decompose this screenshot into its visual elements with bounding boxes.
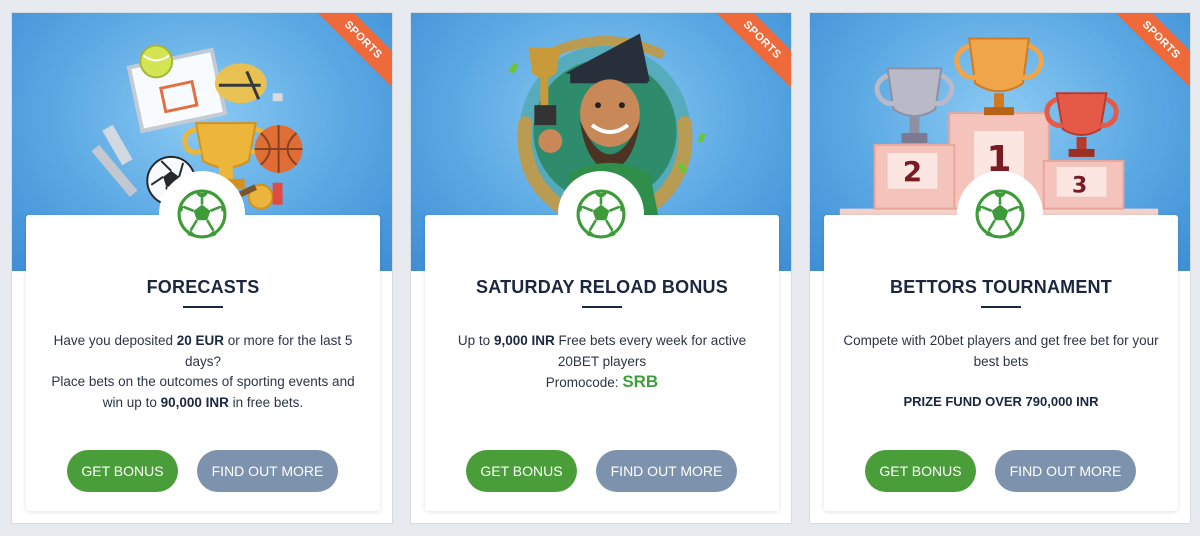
promo-code: SRB: [622, 372, 659, 391]
desc-text: Free bets every week for active 20BET pl…: [554, 333, 747, 369]
card-content-panel: BETTORS TOURNAMENT Compete with 20bet pl…: [824, 215, 1178, 511]
desc-text: Compete with 20bet players and get free …: [843, 333, 1159, 369]
title-underline: [582, 306, 622, 308]
find-out-more-button[interactable]: FIND OUT MORE: [197, 450, 338, 492]
promo-label: Promocode:: [545, 375, 623, 390]
desc-amount: 9,000 INR: [493, 333, 555, 348]
card-description: Up to 9,000 INR Free bets every week for…: [443, 331, 761, 394]
find-out-more-button[interactable]: FIND OUT MORE: [596, 450, 737, 492]
find-out-more-button[interactable]: FIND OUT MORE: [995, 450, 1136, 492]
desc-text: Up to: [457, 333, 494, 348]
get-bonus-button[interactable]: GET BONUS: [466, 450, 577, 492]
get-bonus-button[interactable]: GET BONUS: [67, 450, 178, 492]
soccer-ball-icon: [957, 171, 1043, 257]
card-description: Have you deposited 20 EUR or more for th…: [44, 331, 362, 413]
desc-text: in free bets.: [228, 394, 304, 410]
soccer-ball-icon: [558, 171, 644, 257]
title-underline: [981, 306, 1021, 308]
title-underline: [183, 306, 223, 308]
desc-amount: 90,000 INR: [160, 394, 229, 410]
desc-text: Have you deposited: [53, 333, 177, 348]
promo-card-saturday-reload: SPORTS SATURDAY RELOAD BONUS Up to 9,000…: [410, 12, 792, 524]
card-description: Compete with 20bet players and get free …: [842, 331, 1160, 413]
desc-amount: 20 EUR: [176, 333, 225, 348]
card-title: SATURDAY RELOAD BONUS: [476, 277, 728, 297]
prize-fund-text: PRIZE FUND OVER 790,000 INR: [903, 394, 1099, 409]
card-content-panel: FORECASTS Have you deposited 20 EUR or m…: [26, 215, 380, 511]
podium-third-label: 3: [1072, 174, 1087, 199]
get-bonus-button[interactable]: GET BONUS: [865, 450, 976, 492]
card-title: FORECASTS: [146, 277, 260, 297]
soccer-ball-icon: [159, 171, 245, 257]
promo-card-bettors-tournament: 2 1 3 SPORTS BETTORS TOURNAMENT Compete …: [809, 12, 1191, 524]
promo-card-forecasts: SPORTS FORECASTS Have you deposited 20 E…: [11, 12, 393, 524]
card-title: BETTORS TOURNAMENT: [890, 277, 1112, 297]
podium-second-label: 2: [903, 155, 922, 188]
card-content-panel: SATURDAY RELOAD BONUS Up to 9,000 INR Fr…: [425, 215, 779, 511]
